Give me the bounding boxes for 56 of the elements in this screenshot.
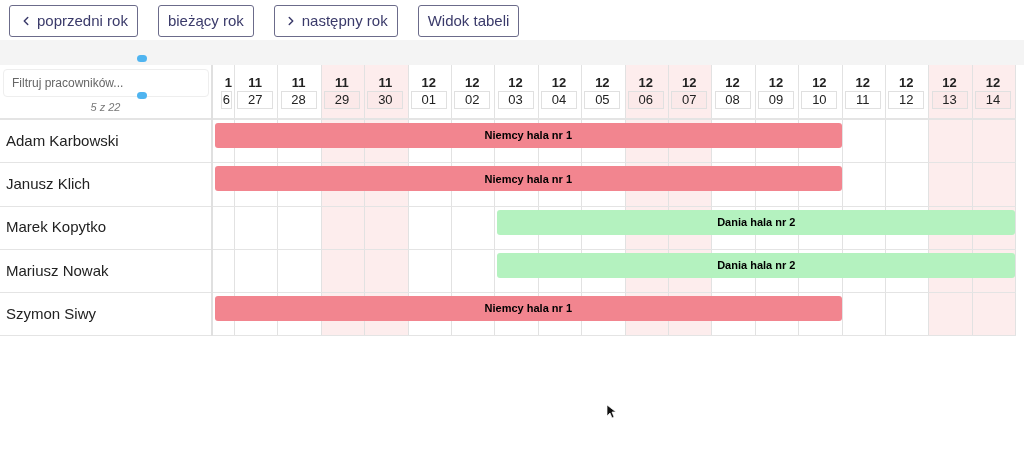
month-label: 12	[508, 75, 523, 91]
month-label: 12	[681, 75, 697, 91]
month-label: 12	[595, 75, 610, 91]
day-label: 07	[671, 91, 708, 109]
day-label: 05	[584, 91, 621, 109]
day-label: 13	[931, 91, 968, 109]
day-label: 28	[280, 91, 317, 109]
day-label: 04	[541, 91, 577, 109]
day-label: 03	[497, 91, 534, 109]
month-label: 12	[638, 75, 653, 91]
employee-name: Adam Karbowski	[0, 120, 211, 164]
day-label: 12	[888, 91, 925, 109]
month-label: 12	[551, 75, 567, 91]
month-label: 11	[335, 75, 349, 91]
month-label: 12	[464, 75, 480, 91]
month-label: 12	[725, 75, 740, 91]
day-label: 27	[237, 91, 274, 109]
toolbar-button[interactable]: następny rok	[273, 5, 398, 37]
month-label: 12	[812, 75, 827, 91]
day-label: 11	[844, 91, 881, 109]
month-label: 11	[378, 75, 393, 91]
resize-handle-icon[interactable]	[137, 92, 147, 99]
day-label: 09	[758, 91, 794, 109]
resize-handle-icon[interactable]	[137, 55, 147, 62]
day-label: 14	[975, 91, 1011, 109]
month-label: 12	[421, 75, 436, 91]
month-label: 12	[985, 75, 1001, 91]
employee-name: Marek Kopytko	[0, 206, 211, 250]
month-label: 1	[224, 75, 232, 91]
toolbar-button[interactable]: poprzedni rok	[9, 5, 138, 37]
assignment-bar[interactable]: Niemcy hala nr 1	[215, 123, 842, 148]
assignment-bar[interactable]: Dania hala nr 2	[497, 252, 1016, 278]
toolbar-button[interactable]: bieżący rok	[157, 5, 254, 37]
day-label: 30	[367, 91, 404, 109]
month-label: 12	[855, 75, 870, 91]
day-label: 29	[324, 91, 360, 109]
employee-name: Janusz Klich	[0, 163, 211, 207]
day-label: 01	[410, 91, 447, 109]
mouse-cursor-icon	[607, 405, 616, 419]
day-label: 10	[801, 91, 838, 109]
assignment-bar[interactable]: Niemcy hala nr 1	[215, 296, 842, 322]
employee-name: Mariusz Nowak	[0, 249, 211, 294]
assignment-bar[interactable]: Dania hala nr 2	[497, 209, 1016, 235]
filter-field[interactable]: Filtruj pracowników...	[3, 69, 209, 97]
day-label: 06	[627, 91, 664, 109]
month-label: 12	[898, 75, 914, 91]
month-label: 12	[768, 75, 784, 91]
month-label: 11	[291, 75, 306, 91]
month-label: 12	[942, 75, 957, 91]
day-label: 02	[454, 91, 491, 109]
employee-count: 5 z 22	[89, 99, 122, 115]
employee-name: Szymon Siwy	[0, 293, 211, 337]
day-label: 08	[714, 91, 751, 109]
month-label: 11	[248, 75, 263, 91]
assignment-bar[interactable]: Niemcy hala nr 1	[215, 166, 842, 192]
toolbar-button[interactable]: Widok tabeli	[417, 5, 520, 37]
